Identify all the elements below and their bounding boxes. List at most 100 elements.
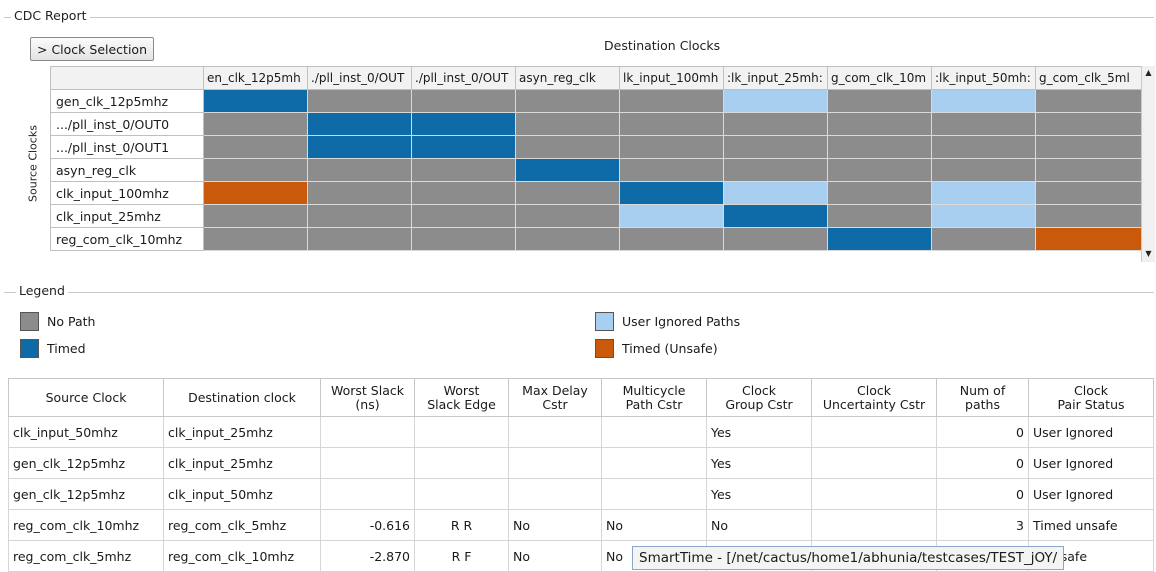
matrix-cell-none[interactable] xyxy=(1035,112,1142,136)
matrix-cell-timed[interactable] xyxy=(203,89,308,113)
column-header[interactable]: Destination clock xyxy=(163,378,321,417)
matrix-cell-none[interactable] xyxy=(411,89,516,113)
matrix-cell-none[interactable] xyxy=(307,227,412,251)
matrix-cell-none[interactable] xyxy=(931,135,1036,159)
column-header[interactable]: Multicycle Path Cstr xyxy=(601,378,707,417)
matrix-cell-timed[interactable] xyxy=(723,204,828,228)
matrix-cell-none[interactable] xyxy=(203,112,308,136)
legend-timed-unsafe: Timed (Unsafe) xyxy=(595,339,718,358)
matrix-cell-none[interactable] xyxy=(1035,204,1142,228)
column-header[interactable]: Clock Pair Status xyxy=(1028,378,1154,417)
column-header[interactable]: Num of paths xyxy=(936,378,1029,417)
matrix-cell-none[interactable] xyxy=(619,135,724,159)
source-clock-label[interactable]: asyn_reg_clk xyxy=(50,158,204,182)
column-header[interactable]: Clock Uncertainty Cstr xyxy=(811,378,937,417)
source-clock-label[interactable]: reg_com_clk_10mhz xyxy=(50,227,204,251)
dest-clock-header[interactable]: en_clk_12p5mh xyxy=(203,66,308,90)
dest-clock-header[interactable]: :lk_input_50mh: xyxy=(931,66,1036,90)
matrix-cell-none[interactable] xyxy=(307,204,412,228)
matrix-cell-none[interactable] xyxy=(619,112,724,136)
column-header[interactable]: Clock Group Cstr xyxy=(706,378,812,417)
dest-clock-header[interactable]: g_com_clk_5ml xyxy=(1035,66,1142,90)
dest-clock-header[interactable]: asyn_reg_clk xyxy=(515,66,620,90)
legend-label: User Ignored Paths xyxy=(622,314,741,329)
scroll-up-icon[interactable]: ▲ xyxy=(1142,68,1155,77)
matrix-cell-none[interactable] xyxy=(203,135,308,159)
matrix-cell-ign[interactable] xyxy=(931,181,1036,205)
matrix-cell-ign[interactable] xyxy=(931,204,1036,228)
matrix-cell-timed[interactable] xyxy=(619,181,724,205)
matrix-cell-none[interactable] xyxy=(515,112,620,136)
matrix-cell-ign[interactable] xyxy=(931,89,1036,113)
matrix-cell-none[interactable] xyxy=(619,227,724,251)
matrix-cell-none[interactable] xyxy=(1035,89,1142,113)
matrix-cell-timed[interactable] xyxy=(827,227,932,251)
matrix-cell-none[interactable] xyxy=(515,135,620,159)
matrix-cell-none[interactable] xyxy=(515,181,620,205)
column-header[interactable]: Worst Slack Edge xyxy=(414,378,509,417)
matrix-cell-none[interactable] xyxy=(411,227,516,251)
matrix-cell-none[interactable] xyxy=(931,112,1036,136)
matrix-cell-none[interactable] xyxy=(827,181,932,205)
column-header[interactable]: Max Delay Cstr xyxy=(508,378,602,417)
matrix-cell-timed[interactable] xyxy=(411,135,516,159)
matrix-cell-none[interactable] xyxy=(307,158,412,182)
matrix-cell-none[interactable] xyxy=(1035,135,1142,159)
matrix-cell-none[interactable] xyxy=(619,158,724,182)
table-row[interactable]: gen_clk_12p5mhz clk_input_50mhz Yes 0 User I… xyxy=(8,478,1154,510)
matrix-cell-none[interactable] xyxy=(307,89,412,113)
matrix-cell-none[interactable] xyxy=(827,204,932,228)
matrix-cell-none[interactable] xyxy=(515,89,620,113)
matrix-cell-none[interactable] xyxy=(723,158,828,182)
matrix-cell-none[interactable] xyxy=(723,112,828,136)
matrix-cell-none[interactable] xyxy=(1035,158,1142,182)
matrix-cell-none[interactable] xyxy=(411,158,516,182)
matrix-cell-none[interactable] xyxy=(827,135,932,159)
source-clock-label[interactable]: clk_input_25mhz xyxy=(50,204,204,228)
matrix-cell-ign[interactable] xyxy=(723,181,828,205)
matrix-cell-none[interactable] xyxy=(827,89,932,113)
matrix-cell-ign[interactable] xyxy=(723,89,828,113)
column-header[interactable]: Worst Slack (ns) xyxy=(320,378,415,417)
matrix-cell-timed[interactable] xyxy=(307,135,412,159)
no-path-swatch xyxy=(20,312,39,331)
source-clock-label[interactable]: clk_input_100mhz xyxy=(50,181,204,205)
matrix-cell-none[interactable] xyxy=(619,89,724,113)
clock-selection-button[interactable]: > Clock Selection xyxy=(30,37,154,61)
matrix-cell-none[interactable] xyxy=(307,181,412,205)
source-clock-label[interactable]: .../pll_inst_0/OUT0 xyxy=(50,112,204,136)
matrix-cell-timed[interactable] xyxy=(411,112,516,136)
matrix-cell-none[interactable] xyxy=(411,204,516,228)
dest-clock-header[interactable]: g_com_clk_10m xyxy=(827,66,932,90)
scroll-down-icon[interactable]: ▼ xyxy=(1142,249,1155,258)
matrix-cell-none[interactable] xyxy=(203,204,308,228)
matrix-cell-none[interactable] xyxy=(723,135,828,159)
matrix-cell-unsafe[interactable] xyxy=(203,181,308,205)
matrix-cell-none[interactable] xyxy=(411,181,516,205)
matrix-cell-none[interactable] xyxy=(203,158,308,182)
matrix-cell-none[interactable] xyxy=(827,158,932,182)
matrix-cell-none[interactable] xyxy=(515,227,620,251)
matrix-cell-none[interactable] xyxy=(931,227,1036,251)
matrix-cell-timed[interactable] xyxy=(307,112,412,136)
matrix-cell-none[interactable] xyxy=(827,112,932,136)
table-row[interactable]: reg_com_clk_10mhz reg_com_clk_5mhz -0.616 R… xyxy=(8,509,1154,541)
table-row[interactable]: gen_clk_12p5mhz clk_input_25mhz Yes 0 User I… xyxy=(8,447,1154,479)
matrix-cell-none[interactable] xyxy=(723,227,828,251)
column-header[interactable]: Source Clock xyxy=(8,378,164,417)
matrix-cell-ign[interactable] xyxy=(619,204,724,228)
dest-clock-header[interactable]: :lk_input_25mh: xyxy=(723,66,828,90)
matrix-cell-unsafe[interactable] xyxy=(1035,227,1142,251)
table-row[interactable]: clk_input_50mhz clk_input_25mhz Yes 0 User I… xyxy=(8,416,1154,448)
dest-clock-header[interactable]: lk_input_100mh xyxy=(619,66,724,90)
dest-clock-header[interactable]: ./pll_inst_0/OUT xyxy=(411,66,516,90)
dest-clock-header[interactable]: ./pll_inst_0/OUT xyxy=(307,66,412,90)
matrix-cell-none[interactable] xyxy=(931,158,1036,182)
matrix-cell-none[interactable] xyxy=(203,227,308,251)
matrix-cell-timed[interactable] xyxy=(515,158,620,182)
matrix-cell-none[interactable] xyxy=(1035,181,1142,205)
matrix-cell-none[interactable] xyxy=(515,204,620,228)
source-clock-label[interactable]: .../pll_inst_0/OUT1 xyxy=(50,135,204,159)
matrix-vertical-scrollbar[interactable]: ▲ ▼ xyxy=(1141,66,1155,262)
source-clock-label[interactable]: gen_clk_12p5mhz xyxy=(50,89,204,113)
